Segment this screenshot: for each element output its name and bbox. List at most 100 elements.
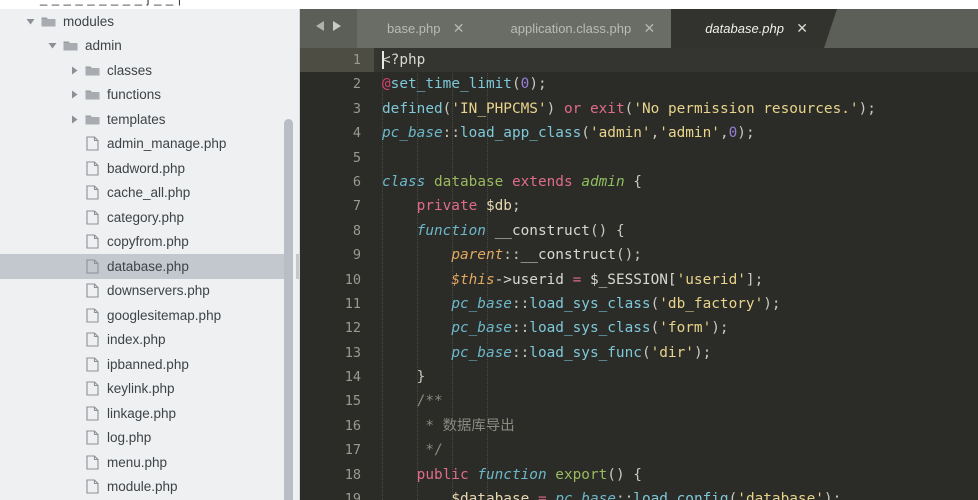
file-tree-sidebar[interactable]: modules admin classes functions templates adm… [0,0,300,500]
tree-item-functions[interactable]: functions [0,83,299,108]
code-line[interactable]: 13 pc_base::load_sys_func('dir'); [300,340,978,366]
code-line-text[interactable]: class database extends admin { [374,170,978,194]
tree-item-linkage-php[interactable]: linkage.php [0,401,299,426]
tree-item-category-php[interactable]: category.php [0,205,299,230]
tree-item-keylink-php[interactable]: keylink.php [0,377,299,402]
chevron-down-icon[interactable] [22,17,38,26]
code-line-text[interactable]: public function export() { [374,463,978,487]
code-content-area[interactable]: 1 <?php 2 @set_time_limit(0); 3 defined('IN_P… [300,48,978,500]
chevron-right-icon[interactable] [66,90,82,99]
code-line[interactable]: 2 @set_time_limit(0); [300,72,978,97]
code-line-text[interactable]: $database = pc_base::load_config('databa… [374,487,978,500]
tab-prev-icon[interactable] [314,19,327,38]
code-line-text[interactable]: function __construct() { [374,219,978,243]
code-line[interactable]: 7 private $db; [300,194,978,219]
code-line-text[interactable]: } [374,365,978,389]
file-tree[interactable]: modules admin classes functions templates adm… [0,9,299,499]
tree-item-copyfrom-php[interactable]: copyfrom.php [0,230,299,255]
code-line[interactable]: 14 } [300,365,978,390]
chevron-down-icon[interactable] [44,41,60,50]
code-token: { [624,173,642,190]
chevron-right-icon[interactable] [66,115,82,124]
code-line[interactable]: 15 /** [300,389,978,414]
code-line[interactable]: 19 $database = pc_base::load_config('dat… [300,487,978,500]
file-icon [82,430,102,445]
tree-item-label: keylink.php [107,381,175,397]
editor-tab-database-php[interactable]: database.php ✕ [671,9,837,48]
tree-item-cache_all-php[interactable]: cache_all.php [0,181,299,206]
tab-nav-arrows [300,9,357,48]
code-line[interactable]: 1 <?php [300,48,978,73]
code-token: */ [382,442,443,459]
code-line[interactable]: 4 pc_base::load_app_class('admin','admin'… [300,121,978,146]
code-token: set_time_limit [390,76,512,93]
code-line[interactable]: 10 $this->userid = $_SESSION['userid']; [300,267,978,292]
folder-icon [60,39,80,52]
code-token: 'userid' [676,271,746,288]
tree-item-admin_manage-php[interactable]: admin_manage.php [0,132,299,157]
tree-item-index-php[interactable]: index.php [0,328,299,353]
file-tree-scrollbar-thumb[interactable] [284,119,293,500]
tree-item-ipbanned-php[interactable]: ipbanned.php [0,352,299,377]
code-line[interactable]: 6 class database extends admin { [300,169,978,195]
code-line-text[interactable]: <?php [374,48,978,73]
tree-item-label: functions [107,87,162,103]
code-line-text[interactable]: @set_time_limit(0); [374,72,978,96]
tree-item-modules[interactable]: modules [0,9,299,34]
code-line-text[interactable]: pc_base::load_sys_class('form'); [374,316,978,340]
tree-item-database-php[interactable]: database.php [0,254,299,279]
code-token: extends [511,173,573,190]
close-icon[interactable]: ✕ [643,21,655,35]
code-line-text[interactable] [374,146,978,170]
tree-item-downservers-php[interactable]: downservers.php [0,279,299,304]
code-line-text[interactable]: * 数据库导出 [374,414,978,438]
close-icon[interactable]: ✕ [453,21,465,35]
code-line-text[interactable]: private $db; [374,194,978,218]
code-line-text[interactable]: $this->userid = $_SESSION['userid']; [374,268,978,292]
tree-item-badword-php[interactable]: badword.php [0,156,299,181]
code-token: } [382,369,426,386]
close-icon[interactable]: ✕ [796,21,808,35]
code-line[interactable]: 5 [300,145,978,170]
code-token: = [537,491,547,500]
tree-item-admin[interactable]: admin [0,34,299,59]
code-line-text[interactable]: pc_base::load_sys_class('db_factory'); [374,292,978,316]
code-line-text[interactable]: /** [374,389,978,413]
code-line-text[interactable]: parent::__construct(); [374,243,978,267]
code-line[interactable]: 17 */ [300,438,978,463]
file-tree-scrollbar-track[interactable] [284,9,296,500]
code-line[interactable]: 3 defined('IN_PHPCMS') or exit('No permis… [300,96,978,122]
code-line-text[interactable]: pc_base::load_app_class('admin','admin',… [374,121,978,145]
code-token: __construct [520,247,616,264]
code-token: ); [823,491,842,500]
tree-item-googlesitemap-php[interactable]: googlesitemap.php [0,303,299,328]
code-token: pc_base [451,295,512,312]
chevron-right-icon[interactable] [66,66,82,75]
tree-item-log-php[interactable]: log.php [0,426,299,451]
code-line[interactable]: 11 pc_base::load_sys_class('db_factory')… [300,291,978,317]
code-line[interactable]: 12 pc_base::load_sys_class('form'); [300,316,978,341]
code-token: ( [641,344,651,361]
tree-item-label: log.php [107,430,152,446]
code-token: ( [511,76,521,93]
tree-item-classes[interactable]: classes [0,58,299,83]
code-token: 0 [520,76,530,93]
editor-tab-bar: base.php ✕ application.class.php ✕ database.… [300,9,978,48]
tree-item-templates[interactable]: templates [0,107,299,132]
tree-item-menu-php[interactable]: menu.php [0,450,299,475]
code-lines[interactable]: 1 <?php 2 @set_time_limit(0); 3 defined('IN_P… [300,48,978,500]
code-line-text[interactable]: defined('IN_PHPCMS') or exit('No permiss… [374,97,978,121]
code-line-text[interactable]: */ [374,438,978,462]
code-line[interactable]: 16 * 数据库导出 [300,413,978,439]
editor-tab-base-php[interactable]: base.php ✕ [357,9,493,48]
code-line[interactable]: 18 public function export() { [300,462,978,488]
code-token: function [416,222,486,239]
tab-next-icon[interactable] [330,19,343,38]
code-line-text[interactable]: pc_base::load_sys_func('dir'); [374,341,978,365]
tree-item-module-php[interactable]: module.php [0,475,299,500]
code-line[interactable]: 8 function __construct() { [300,218,978,244]
editor-tab-application-class-php[interactable]: application.class.php ✕ [480,9,684,48]
code-line[interactable]: 9 parent::__construct(); [300,243,978,268]
